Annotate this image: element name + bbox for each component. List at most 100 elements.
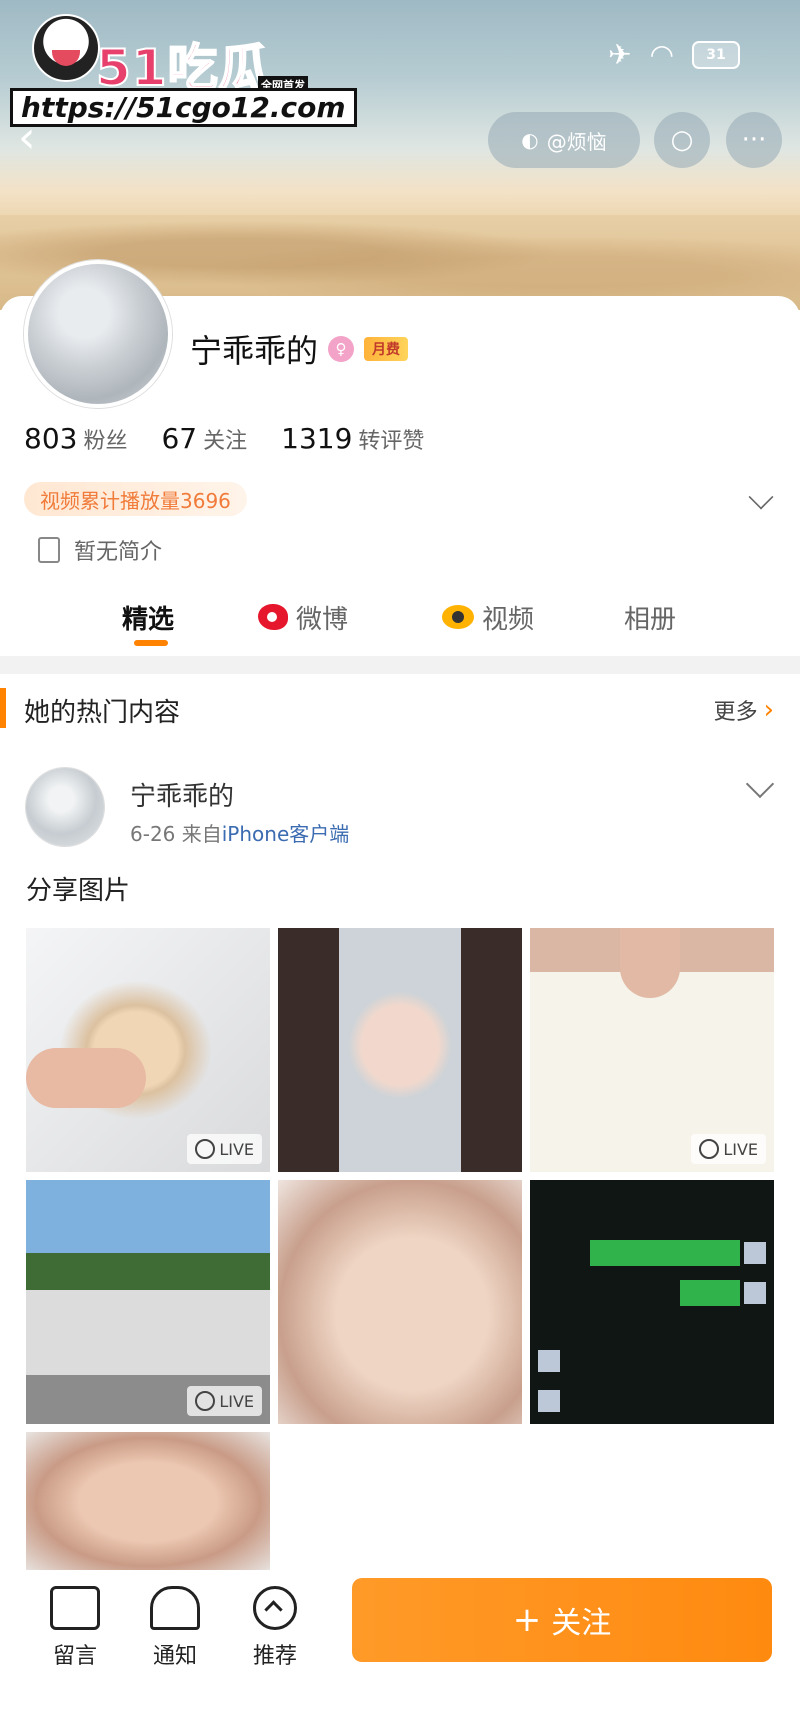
live-label: LIVE (723, 1139, 758, 1159)
section-divider (0, 656, 800, 674)
post-text: 分享图片 (26, 876, 131, 906)
chevron-up-circle-icon (253, 1586, 297, 1630)
photo-thumbnail[interactable]: LIVE (530, 928, 774, 1172)
ring-icon: ◐ (521, 128, 539, 152)
photo-thumbnail[interactable] (278, 1180, 522, 1424)
notify-label: 通知 (152, 1644, 197, 1669)
photo-detail (620, 928, 680, 998)
recommend-button[interactable]: 推荐 (240, 1586, 310, 1670)
tab-label: 视频 (482, 604, 535, 635)
video-views-tag: 视频累计播放量3696 (24, 482, 247, 516)
back-button[interactable]: ‹ (18, 116, 58, 160)
chevron-right-icon: › (763, 695, 774, 725)
live-label: LIVE (219, 1139, 254, 1159)
message-label: 留言 (52, 1644, 97, 1669)
profile-tabs: 精选 微博 视频 相册 (0, 592, 800, 652)
post-avatar[interactable] (26, 768, 104, 846)
search-icon: ○ (670, 125, 694, 155)
live-badge: LIVE (187, 1386, 262, 1416)
stat-label: 关注 (203, 429, 248, 454)
photo-thumbnail[interactable] (278, 928, 522, 1172)
stat-label: 粉丝 (83, 429, 128, 454)
stat-number: 803 (24, 422, 78, 455)
post-meta: 6-26 来自iPhone客户端 (130, 818, 349, 847)
chat-icon (50, 1586, 100, 1630)
gender-badge-icon: ♀ (328, 336, 355, 362)
post-source-prefix: 来自 (181, 822, 222, 846)
more-icon: ··· (741, 125, 767, 155)
watermark-url: https://51cgo12.com (10, 88, 357, 127)
more-label: 更多 (713, 700, 758, 725)
stat-following[interactable]: 67 关注 (161, 422, 247, 455)
watermark: 51吃瓜 全网首发 https://51cgo12.com (8, 8, 357, 127)
bio-text: 暂无简介 (74, 540, 163, 565)
live-icon (699, 1139, 720, 1159)
vip-badge[interactable]: 月费 (364, 337, 409, 361)
follow-button[interactable]: + 关注 (352, 1578, 772, 1662)
photo-detail (744, 1282, 766, 1304)
post-author[interactable]: 宁乖乖的 (130, 776, 234, 813)
search-button[interactable]: ○ (654, 112, 710, 168)
tab-label: 相册 (624, 604, 677, 635)
tab-label: 精选 (122, 604, 175, 635)
photo-thumbnail[interactable]: LIVE (26, 1180, 270, 1424)
photo-thumbnail[interactable] (26, 1432, 270, 1572)
more-link[interactable]: 更多 › (714, 694, 774, 726)
wifi-icon: ◠ (649, 38, 674, 71)
bottom-action-bar: 留言 通知 推荐 + 关注 (0, 1570, 800, 1736)
photo-detail (680, 1280, 740, 1306)
live-badge: LIVE (187, 1134, 262, 1164)
post-date: 6-26 (130, 822, 176, 846)
stat-label: 转评赞 (358, 429, 425, 454)
document-icon (38, 537, 60, 563)
status-bar: ✈ ◠ 31 (608, 38, 740, 71)
watermark-mascot-icon (32, 14, 100, 82)
user-name: 宁乖乖的 (190, 332, 319, 370)
stat-number: 1319 (281, 422, 353, 455)
bio-row: 暂无简介 (38, 534, 162, 566)
tab-weibo[interactable]: 微博 (258, 592, 348, 642)
recommend-label: 推荐 (252, 1644, 297, 1669)
live-icon (195, 1391, 216, 1411)
live-label: LIVE (219, 1391, 254, 1411)
avatar[interactable] (24, 260, 172, 408)
photo-detail (538, 1350, 560, 1372)
stat-interactions[interactable]: 1319 转评赞 (281, 422, 424, 455)
live-badge: LIVE (691, 1134, 766, 1164)
chevron-down-icon[interactable] (745, 769, 775, 799)
profile-page: 51吃瓜 全网首发 https://51cgo12.com ✈ ◠ 31 ‹ ◐… (0, 0, 800, 1736)
tab-active-indicator (134, 640, 168, 646)
tab-video[interactable]: 视频 (442, 592, 534, 642)
photo-detail (744, 1242, 766, 1264)
notify-button[interactable]: 通知 (140, 1586, 210, 1670)
photo-detail (26, 1048, 146, 1108)
plus-icon: + (512, 1600, 542, 1640)
post-header: 宁乖乖的 6-26 来自iPhone客户端 (0, 768, 800, 848)
hot-content-header: 她的热门内容 更多 › (0, 688, 800, 728)
follow-label: 关注 (551, 1606, 612, 1641)
bell-icon (150, 1586, 200, 1630)
section-accent (0, 688, 6, 728)
fan-club-button[interactable]: ◐ @烦恼 (488, 112, 640, 168)
fan-club-label: @烦恼 (546, 129, 607, 154)
photo-detail (538, 1390, 560, 1412)
tab-label: 微博 (296, 604, 349, 635)
name-row: 宁乖乖的 ♀ 月费 (190, 326, 409, 372)
airplane-icon: ✈ (608, 38, 632, 71)
photo-thumbnail[interactable]: LIVE (26, 928, 270, 1172)
tab-album[interactable]: 相册 (624, 592, 676, 642)
section-title: 她的热门内容 (24, 698, 181, 728)
battery-icon: 31 (692, 40, 740, 69)
stats-row: 803 粉丝 67 关注 1319 转评赞 (24, 422, 424, 455)
stat-number: 67 (161, 422, 198, 455)
photo-thumbnail[interactable] (530, 1180, 774, 1424)
weibo-icon (258, 604, 288, 630)
photo-detail (590, 1240, 740, 1266)
message-button[interactable]: 留言 (40, 1586, 110, 1670)
post-source: iPhone客户端 (221, 822, 350, 846)
video-icon (442, 605, 474, 629)
stat-followers[interactable]: 803 粉丝 (24, 422, 127, 455)
tab-featured[interactable]: 精选 (122, 592, 174, 642)
live-icon (195, 1139, 216, 1159)
more-options-button[interactable]: ··· (726, 112, 782, 168)
